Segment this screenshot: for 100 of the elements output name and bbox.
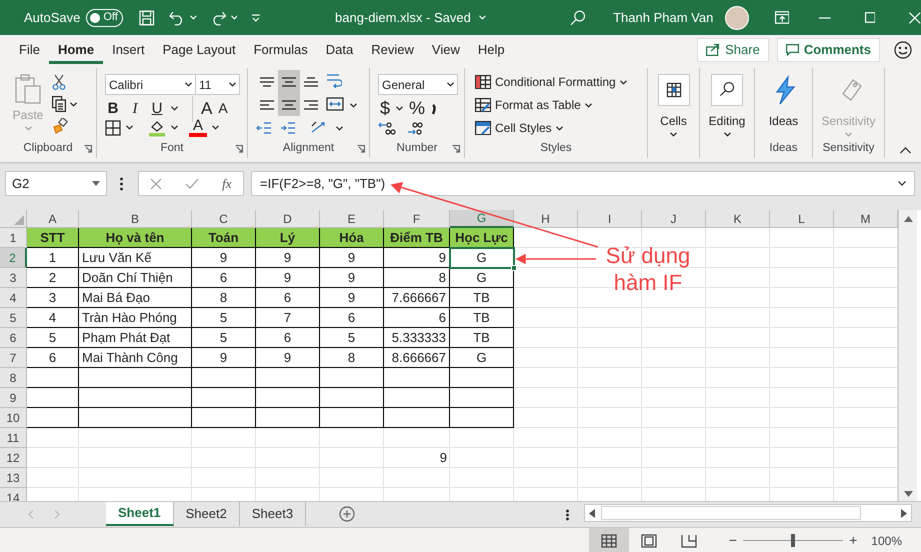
comments-button[interactable]: Comments (776, 38, 880, 62)
ribbon-display-icon[interactable] (774, 11, 790, 24)
smiley-icon[interactable] (894, 40, 912, 58)
align-center-button[interactable] (278, 93, 300, 116)
save-icon[interactable] (139, 10, 155, 26)
big-ribbon-button[interactable]: Cells (648, 74, 699, 137)
add-sheet-icon[interactable] (339, 506, 356, 522)
align-middle-button[interactable] (278, 70, 300, 93)
cells-icon (658, 74, 690, 106)
styles-menu-button[interactable]: Cell Styles (475, 118, 627, 138)
font-size-field[interactable]: 11 (196, 74, 240, 95)
italic-button[interactable]: I (127, 98, 143, 120)
dialog-launcher-icon[interactable] (452, 145, 460, 153)
row-header[interactable]: 10 (0, 408, 27, 428)
zoom-level[interactable]: 100% (871, 532, 902, 550)
comma-style-icon[interactable] (431, 102, 438, 114)
avatar[interactable] (725, 6, 749, 30)
name-box[interactable]: G2 (5, 171, 107, 196)
row-header[interactable]: 11 (0, 428, 27, 448)
scroll-up-icon[interactable] (904, 216, 912, 222)
ribbon-tab[interactable]: Help (468, 35, 514, 64)
zoom-out-button[interactable]: − (728, 530, 738, 551)
shrink-font-button[interactable]: A (218, 98, 228, 120)
underline-button[interactable]: U (149, 98, 165, 120)
zoom-slider-thumb[interactable] (791, 534, 796, 547)
fill-color-icon[interactable] (148, 118, 166, 136)
dialog-launcher-icon[interactable] (235, 145, 243, 153)
scroll-left-icon[interactable] (589, 508, 596, 518)
scissors-icon[interactable] (52, 74, 66, 90)
row-header[interactable]: 7 (0, 348, 27, 368)
customize-icon[interactable] (251, 14, 261, 22)
ribbon-tab[interactable]: Formulas (244, 35, 317, 64)
minimize-icon[interactable] (819, 16, 831, 18)
ribbon-tab[interactable]: File (10, 35, 49, 64)
horizontal-scrollbar[interactable] (584, 504, 912, 522)
decrease-decimal-icon[interactable] (406, 120, 424, 136)
number-format-field[interactable]: General (378, 74, 458, 95)
zoom-in-button[interactable]: + (849, 530, 858, 551)
search-icon[interactable] (570, 10, 586, 26)
ribbon-tab[interactable]: Review (362, 35, 423, 64)
ribbon-tab[interactable]: Insert (103, 35, 154, 64)
wrap-text-icon[interactable] (326, 74, 342, 88)
vertical-scrollbar[interactable] (898, 210, 917, 501)
column-header[interactable]: J (642, 210, 706, 228)
scroll-down-icon[interactable] (904, 491, 912, 497)
column-header[interactable]: G (450, 210, 514, 228)
borders-icon[interactable] (105, 120, 121, 136)
big-ribbon-button[interactable]: Ideas (755, 74, 812, 130)
styles-menu-button[interactable]: Format as Table (475, 95, 627, 115)
fill-handle[interactable] (511, 265, 517, 271)
column-header[interactable]: K (706, 210, 770, 228)
merge-center-icon[interactable] (326, 97, 344, 111)
row-header[interactable]: 1 (0, 228, 27, 248)
table-cell: 3 (27, 288, 79, 308)
sheet-tab[interactable]: Sheet2 (174, 502, 240, 526)
formula-field[interactable]: =IF(F2>=8, "G", "TB") (251, 171, 915, 196)
row-header[interactable]: 9 (0, 388, 27, 408)
format-painter-icon[interactable] (52, 118, 68, 134)
styles-menu-button[interactable]: Conditional Formatting (475, 72, 627, 92)
copy-icon[interactable] (52, 96, 66, 112)
row-header[interactable]: 2 (0, 248, 27, 268)
sheet-tab[interactable]: Sheet3 (240, 502, 306, 526)
big-ribbon-button[interactable]: Editing (700, 74, 754, 137)
view-button[interactable] (588, 528, 629, 552)
ribbon-tab[interactable]: View (422, 35, 469, 64)
autosave-toggle[interactable]: Off (86, 8, 124, 26)
ribbon-tab[interactable]: Page Layout (154, 35, 245, 64)
column-header[interactable]: I (578, 210, 642, 228)
percent-button[interactable]: % (409, 95, 426, 122)
decrease-indent-icon[interactable] (256, 121, 272, 135)
scrollbar-thumb[interactable] (601, 506, 862, 520)
increase-indent-icon[interactable] (280, 121, 296, 135)
font-name-field[interactable]: Calibri (105, 74, 196, 95)
share-button[interactable]: Share (697, 38, 769, 62)
row-header[interactable]: 8 (0, 368, 27, 388)
row-header[interactable]: 13 (0, 468, 27, 488)
insert-function-button[interactable]: fx (222, 174, 232, 194)
row-header[interactable]: 12 (0, 448, 27, 468)
column-header[interactable]: H (514, 210, 578, 228)
scroll-right-icon[interactable] (901, 508, 908, 518)
close-icon[interactable] (909, 12, 921, 24)
increase-decimal-icon[interactable] (378, 120, 396, 136)
font-color-button[interactable]: A (189, 118, 207, 137)
bold-button[interactable]: B (105, 98, 121, 120)
column-header[interactable]: L (770, 210, 834, 228)
dialog-launcher-icon[interactable] (84, 145, 92, 153)
row-header[interactable]: 4 (0, 288, 27, 308)
enter-icon[interactable] (185, 178, 200, 190)
sheet-tab[interactable]: Sheet1 (106, 502, 174, 526)
caret-icon (620, 80, 627, 84)
ribbon-tab[interactable]: Data (316, 35, 362, 64)
row-header[interactable]: 5 (0, 308, 27, 328)
currency-button[interactable]: $ (380, 95, 390, 122)
selected-cell[interactable]: G (450, 248, 514, 268)
dialog-launcher-icon[interactable] (357, 145, 365, 153)
collapse-ribbon-icon[interactable] (900, 147, 911, 154)
maximize-icon[interactable] (864, 12, 876, 23)
row-header[interactable]: 6 (0, 328, 27, 348)
row-header[interactable]: 3 (0, 268, 27, 288)
cancel-icon[interactable] (150, 178, 162, 190)
